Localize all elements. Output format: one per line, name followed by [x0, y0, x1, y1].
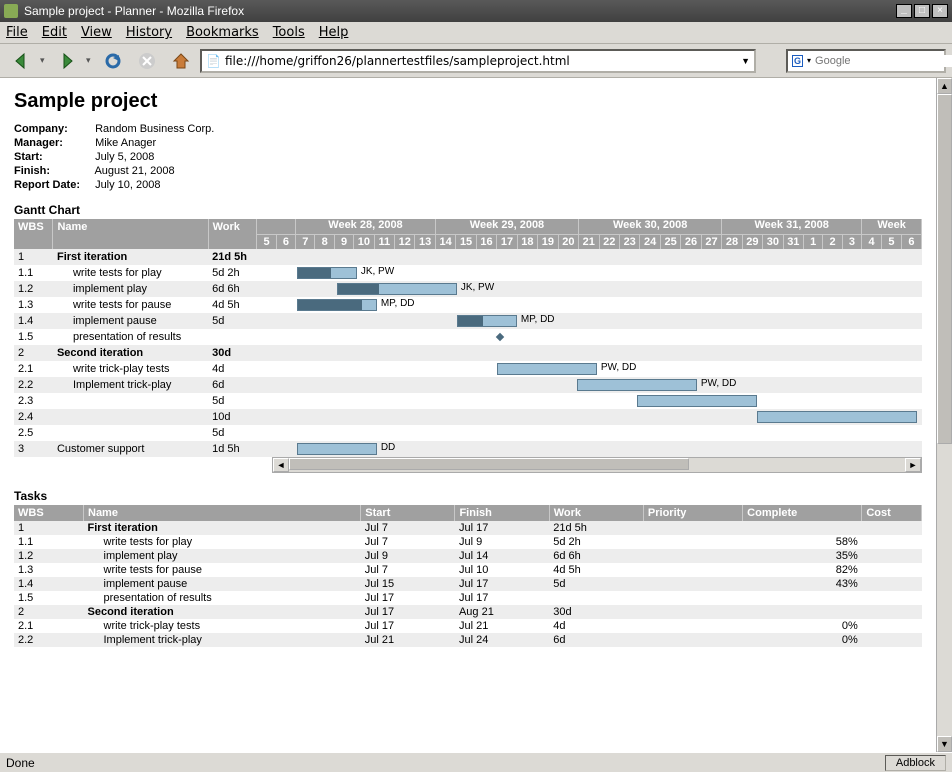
gantt-bar — [457, 315, 517, 327]
gantt-bar-label: PW, DD — [601, 362, 637, 373]
scroll-thumb[interactable] — [289, 458, 689, 470]
gantt-heading: Gantt Chart — [14, 203, 922, 217]
task-row: 1.3write tests for pauseJul 7Jul 104d 5h… — [14, 563, 922, 577]
gantt-row: 2.2Implement trick-play6dPW, DD — [14, 377, 922, 393]
task-row: 2.2Implement trick-playJul 21Jul 246d0% — [14, 633, 922, 647]
tasks-table: WBSNameStartFinishWorkPriorityCompleteCo… — [14, 505, 922, 647]
gantt-bar — [637, 395, 757, 407]
meta-manager-label: Manager: — [14, 137, 92, 149]
urlbar[interactable]: 📄 ▼ — [200, 49, 756, 73]
task-row: 1First iterationJul 7Jul 1721d 5h — [14, 521, 922, 535]
menu-help[interactable]: Help — [319, 25, 349, 40]
menu-view[interactable]: View — [81, 25, 112, 40]
forward-dropdown[interactable]: ▾ — [86, 55, 94, 66]
meta-report: July 10, 2008 — [95, 179, 160, 191]
gantt-row: 1.5presentation of results — [14, 329, 922, 345]
task-row: 1.4implement pauseJul 15Jul 175d43% — [14, 577, 922, 591]
gantt-bar-label: PW, DD — [701, 378, 737, 389]
home-button[interactable] — [166, 47, 196, 75]
scroll-right-icon[interactable]: ► — [905, 458, 921, 472]
gantt-bar-label: JK, PW — [461, 282, 494, 293]
minimize-button[interactable]: _ — [896, 4, 912, 18]
vertical-scrollbar[interactable]: ▲ ▼ — [936, 78, 952, 752]
search-input[interactable] — [815, 55, 952, 67]
window-title: Sample project - Planner - Mozilla Firef… — [24, 4, 244, 18]
gantt-bar — [297, 443, 377, 455]
meta-finish-label: Finish: — [14, 165, 92, 177]
gantt-bar — [297, 267, 357, 279]
gantt-row: 3Customer support1d 5hDD — [14, 441, 922, 457]
task-row: 2Second iterationJul 17Aug 2130d — [14, 605, 922, 619]
gantt-row: 2Second iteration30d — [14, 345, 922, 361]
gantt-bar — [497, 363, 597, 375]
gantt-bar-label: MP, DD — [381, 298, 415, 309]
gantt-row: 2.410d — [14, 409, 922, 425]
task-row: 1.1write tests for playJul 7Jul 95d 2h58… — [14, 535, 922, 549]
back-dropdown[interactable]: ▾ — [40, 55, 48, 66]
scroll-up-icon[interactable]: ▲ — [937, 78, 952, 94]
maximize-button[interactable]: □ — [914, 4, 930, 18]
searchbar[interactable]: G ▾ 🔍 — [786, 49, 946, 73]
stop-button — [132, 47, 162, 75]
page-title: Sample project — [14, 90, 922, 113]
go-button[interactable] — [760, 47, 782, 75]
gantt-bar-label: MP, DD — [521, 314, 555, 325]
task-row: 1.5presentation of resultsJul 17Jul 17 — [14, 591, 922, 605]
meta-start: July 5, 2008 — [95, 151, 154, 163]
tasks-heading: Tasks — [14, 489, 922, 503]
toolbar: ▾ ▾ 📄 ▼ G ▾ 🔍 — [0, 44, 952, 78]
meta-finish: August 21, 2008 — [94, 165, 174, 177]
menu-tools[interactable]: Tools — [273, 25, 305, 40]
scroll-left-icon[interactable]: ◄ — [273, 458, 289, 472]
task-row: 1.2implement playJul 9Jul 146d 6h35% — [14, 549, 922, 563]
menubar: File Edit View History Bookmarks Tools H… — [0, 22, 952, 44]
menu-file[interactable]: File — [6, 25, 28, 40]
titlebar: Sample project - Planner - Mozilla Firef… — [0, 0, 952, 22]
search-dropdown[interactable]: ▾ — [807, 56, 811, 65]
adblock-indicator[interactable]: Adblock — [885, 755, 946, 771]
status-text: Done — [6, 756, 35, 770]
statusbar: Done Adblock — [0, 752, 952, 772]
gantt-row: 1.2implement play6d 6hJK, PW — [14, 281, 922, 297]
url-input[interactable] — [225, 54, 737, 68]
gantt-table: WBSNameWorkWeek 28, 2008Week 29, 2008Wee… — [14, 219, 922, 457]
page: Sample project Company: Random Business … — [0, 78, 936, 752]
gantt-row: 1.4implement pause5dMP, DD — [14, 313, 922, 329]
gantt-bar — [297, 299, 377, 311]
meta-start-label: Start: — [14, 151, 92, 163]
close-button[interactable]: × — [932, 4, 948, 18]
gantt-bar — [757, 411, 917, 423]
project-meta: Company: Random Business Corp. Manager: … — [14, 123, 922, 191]
content-area: Sample project Company: Random Business … — [0, 78, 952, 752]
url-dropdown[interactable]: ▼ — [741, 56, 750, 66]
meta-company-label: Company: — [14, 123, 92, 135]
gantt-bar-label: DD — [381, 442, 395, 453]
gantt-row: 1.1write tests for play5d 2hJK, PW — [14, 265, 922, 281]
meta-report-label: Report Date: — [14, 179, 92, 191]
menu-edit[interactable]: Edit — [42, 25, 67, 40]
meta-company: Random Business Corp. — [95, 123, 214, 135]
menu-history[interactable]: History — [126, 25, 172, 40]
menu-bookmarks[interactable]: Bookmarks — [186, 25, 259, 40]
task-row: 2.1write trick-play testsJul 17Jul 214d0… — [14, 619, 922, 633]
gantt-bar-label: JK, PW — [361, 266, 394, 277]
gantt-row: 1First iteration21d 5h — [14, 249, 922, 265]
gantt-row: 1.3write tests for pause4d 5hMP, DD — [14, 297, 922, 313]
vscroll-thumb[interactable] — [937, 94, 952, 444]
scroll-down-icon[interactable]: ▼ — [937, 736, 952, 752]
gantt-row: 2.35d — [14, 393, 922, 409]
reload-button[interactable] — [98, 47, 128, 75]
gantt-bar — [337, 283, 457, 295]
search-engine-icon[interactable]: G — [792, 55, 803, 67]
forward-button[interactable] — [52, 47, 82, 75]
gantt-hscroll[interactable]: ◄ ► — [272, 457, 922, 473]
gantt-row: 2.1write trick-play tests4dPW, DD — [14, 361, 922, 377]
app-icon — [4, 4, 18, 18]
meta-manager: Mike Anager — [95, 137, 156, 149]
gantt-row: 2.55d — [14, 425, 922, 441]
gantt-bar — [577, 379, 697, 391]
back-button[interactable] — [6, 47, 36, 75]
page-icon: 📄 — [206, 54, 221, 68]
milestone-icon — [496, 333, 504, 341]
